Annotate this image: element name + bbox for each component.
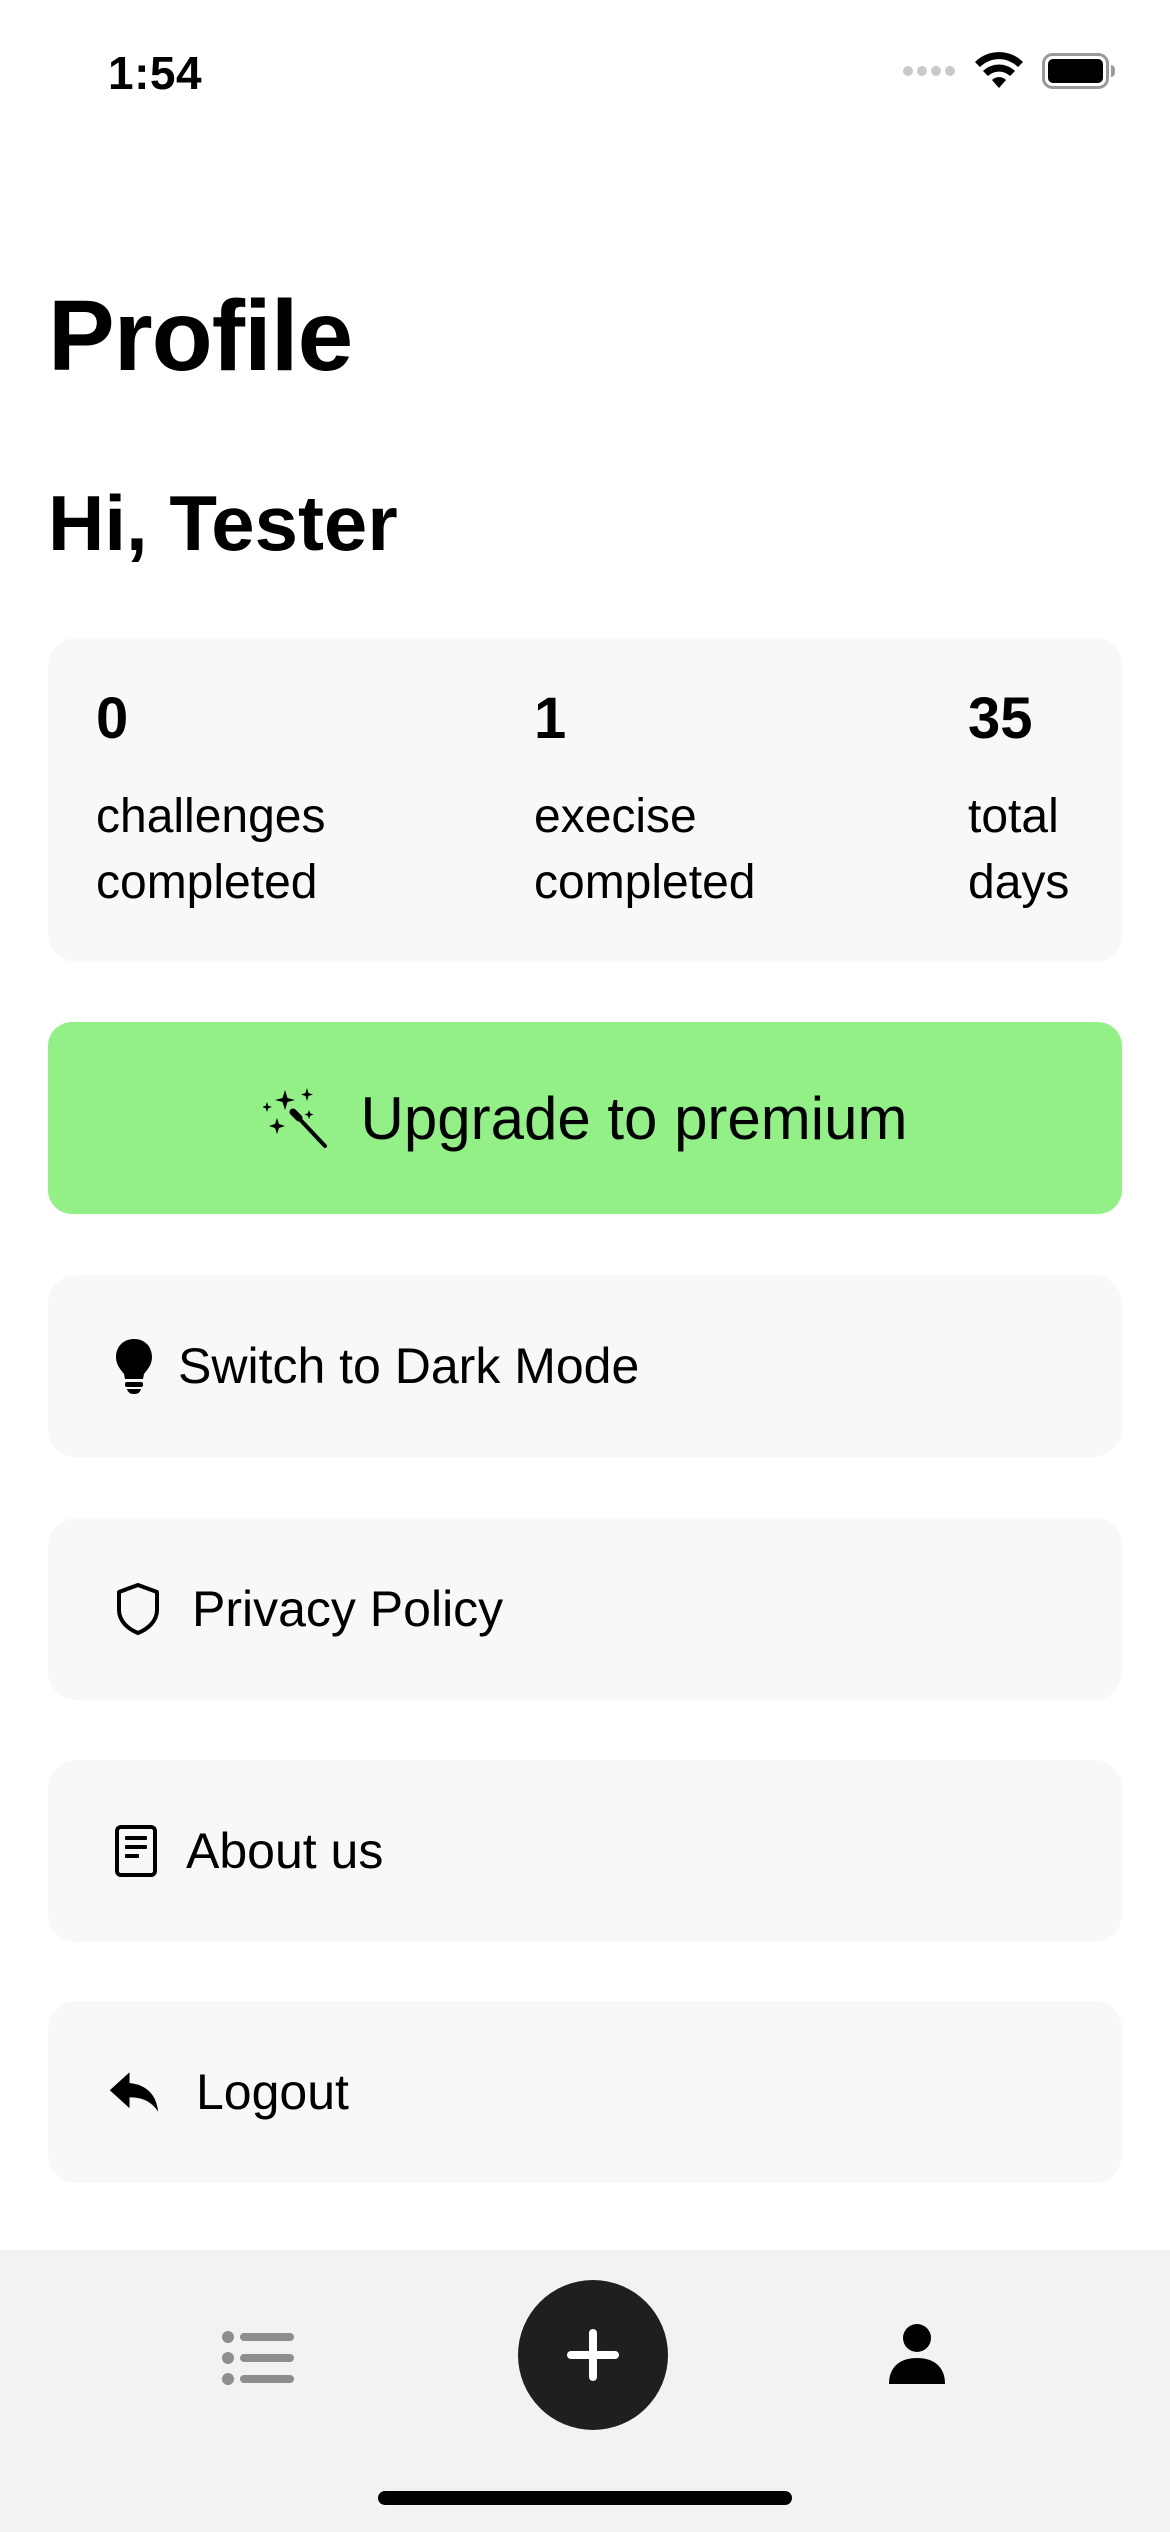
plus-icon — [567, 2329, 619, 2381]
greeting: Hi, Tester — [48, 479, 398, 567]
stat-exercise: 1 execise completed — [534, 690, 834, 916]
status-bar: 1:54 — [0, 0, 1170, 150]
stat-value: 1 — [534, 686, 567, 751]
battery-icon — [1042, 53, 1115, 89]
shield-icon — [112, 1583, 164, 1635]
stats-card: 0 challenges completed 1 execise complet… — [48, 638, 1122, 962]
stat-total-days: 35 total days — [968, 690, 1088, 916]
logout-row[interactable]: Logout — [48, 2001, 1122, 2183]
stat-value: 35 — [968, 686, 1033, 751]
magic-wand-icon — [262, 1088, 327, 1148]
stat-label: challenges completed — [96, 790, 326, 909]
tab-list[interactable] — [222, 2330, 296, 2391]
dark-mode-row[interactable]: Switch to Dark Mode — [48, 1275, 1122, 1457]
privacy-policy-row[interactable]: Privacy Policy — [48, 1518, 1122, 1700]
wifi-icon — [975, 52, 1023, 88]
tab-bar — [0, 2250, 1170, 2532]
status-time: 1:54 — [108, 47, 203, 99]
dark-mode-label: Switch to Dark Mode — [178, 1338, 640, 1394]
stat-label: total days — [968, 790, 1070, 909]
stat-value: 0 — [96, 686, 129, 751]
upgrade-premium-button[interactable]: Upgrade to premium — [48, 1022, 1122, 1214]
lightbulb-icon — [108, 1339, 160, 1394]
reply-arrow-icon — [108, 2066, 160, 2118]
privacy-policy-label: Privacy Policy — [192, 1581, 504, 1637]
logout-label: Logout — [196, 2064, 349, 2120]
list-icon — [222, 2331, 294, 2385]
stat-label: execise completed — [534, 790, 756, 909]
add-button[interactable] — [518, 2280, 668, 2430]
page-title: Profile — [48, 280, 353, 392]
document-icon — [110, 1825, 162, 1877]
tab-profile[interactable] — [888, 2322, 946, 2391]
home-indicator — [378, 2491, 792, 2505]
status-icons — [902, 52, 1116, 90]
about-us-row[interactable]: About us — [48, 1760, 1122, 1942]
upgrade-premium-label: Upgrade to premium — [360, 1084, 908, 1152]
cellular-signal-icon — [903, 66, 955, 76]
person-icon — [889, 2324, 945, 2384]
about-us-label: About us — [186, 1823, 384, 1879]
stat-challenges: 0 challenges completed — [96, 690, 396, 916]
